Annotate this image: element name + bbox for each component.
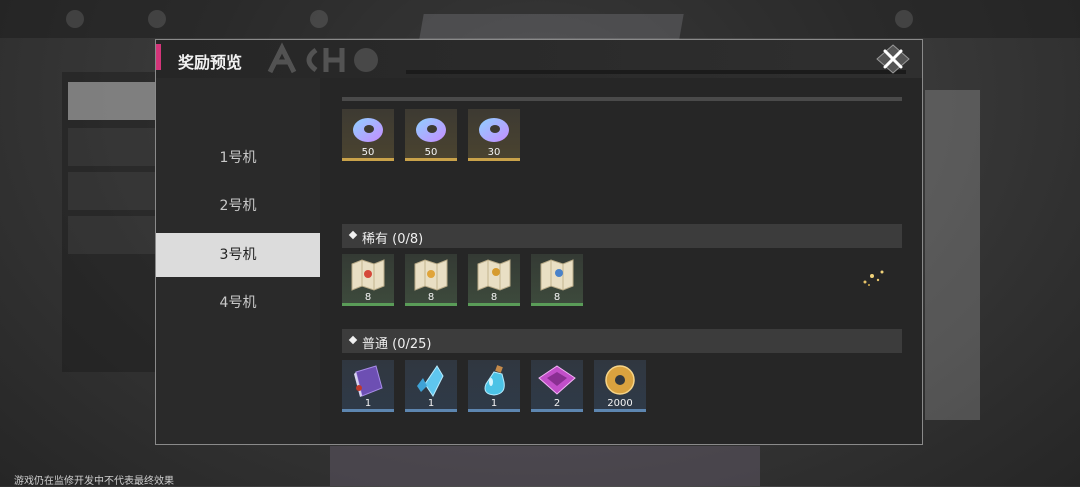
item-count: 30: [487, 147, 501, 158]
reward-item[interactable]: 2: [531, 360, 583, 412]
item-count: 50: [361, 147, 375, 158]
rare-section-header: 稀有 (0/8): [342, 224, 902, 248]
background-currency-icon: [895, 10, 913, 28]
background-side-row: [68, 216, 158, 254]
ring-disc-icon: [479, 118, 509, 142]
reward-item[interactable]: 1: [468, 360, 520, 412]
dev-disclaimer: 游戏仍在监修开发中不代表最终效果: [14, 476, 174, 487]
map-scroll-red-icon: [351, 259, 385, 291]
modal-title: 奖励预览: [178, 53, 243, 72]
common-section-label: 普通 (0/25): [362, 337, 432, 352]
reward-item[interactable]: 50: [342, 109, 394, 161]
item-count: 50: [424, 147, 438, 158]
background-share-icon: [66, 10, 84, 28]
reward-content: 50 50 30 稀有 (0/8) 8 8 8 8 普通 (0/25) 1 1 …: [320, 78, 922, 444]
tab-machine-4[interactable]: 4号机: [156, 281, 320, 325]
background-side-row: [68, 128, 158, 166]
background-bottom-panel: [330, 446, 760, 486]
item-count: 8: [553, 292, 561, 303]
item-count: 8: [490, 292, 498, 303]
map-scroll-amber-icon: [477, 259, 511, 291]
machine-tab-list: 1号机 2号机 3号机 4号机: [156, 78, 320, 444]
close-button[interactable]: [876, 44, 910, 74]
background-settings-icon: [310, 10, 328, 28]
tab-machine-3[interactable]: 3号机: [156, 233, 320, 277]
diamond-bullet-icon: [348, 335, 358, 345]
reward-item[interactable]: 50: [405, 109, 457, 161]
header-decoration: [266, 42, 386, 76]
background-side-row: [68, 82, 158, 120]
item-count: 8: [427, 292, 435, 303]
reward-item[interactable]: 8: [531, 254, 583, 306]
reward-item[interactable]: 2000: [594, 360, 646, 412]
item-count: 1: [490, 398, 498, 409]
header-underline: [406, 70, 906, 74]
crystal-icon: [417, 365, 444, 397]
reward-item[interactable]: 30: [468, 109, 520, 161]
reward-item[interactable]: 8: [468, 254, 520, 306]
map-scroll-blue-icon: [540, 259, 574, 291]
background-right-frame: [925, 90, 980, 420]
modal-header: 奖励预览: [156, 40, 922, 78]
gem-box-icon: [538, 365, 576, 395]
diamond-bullet-icon: [348, 230, 358, 240]
ring-disc-icon: [416, 118, 446, 142]
header-accent-bar: [156, 44, 161, 70]
map-scroll-gold-icon: [414, 259, 448, 291]
coin-icon: [605, 365, 635, 395]
common-section-header: 普通 (0/25): [342, 329, 902, 353]
ring-disc-icon: [353, 118, 383, 142]
sparkle-effect-icon: [863, 270, 884, 286]
item-count: 2000: [607, 398, 633, 409]
item-count: 1: [364, 398, 372, 409]
reward-item[interactable]: 1: [405, 360, 457, 412]
rare-section-label: 稀有 (0/8): [362, 232, 424, 247]
item-count: 8: [364, 292, 372, 303]
background-side-row: [68, 172, 158, 210]
tab-machine-1[interactable]: 1号机: [156, 136, 320, 180]
reward-item[interactable]: 1: [342, 360, 394, 412]
reward-item[interactable]: 8: [405, 254, 457, 306]
background-menu-icon: [148, 10, 166, 28]
item-count: 2: [553, 398, 561, 409]
book-icon: [354, 365, 383, 397]
tab-machine-2[interactable]: 2号机: [156, 184, 320, 228]
item-count: 1: [427, 398, 435, 409]
reward-item[interactable]: 8: [342, 254, 394, 306]
reward-preview-modal: 奖励预览 1号机 2号机 3号机 4号机 50 50 30 稀有 (0/8) 8…: [155, 39, 923, 445]
section-divider: [342, 97, 902, 101]
close-icon: [876, 44, 910, 74]
potion-icon: [484, 365, 505, 396]
